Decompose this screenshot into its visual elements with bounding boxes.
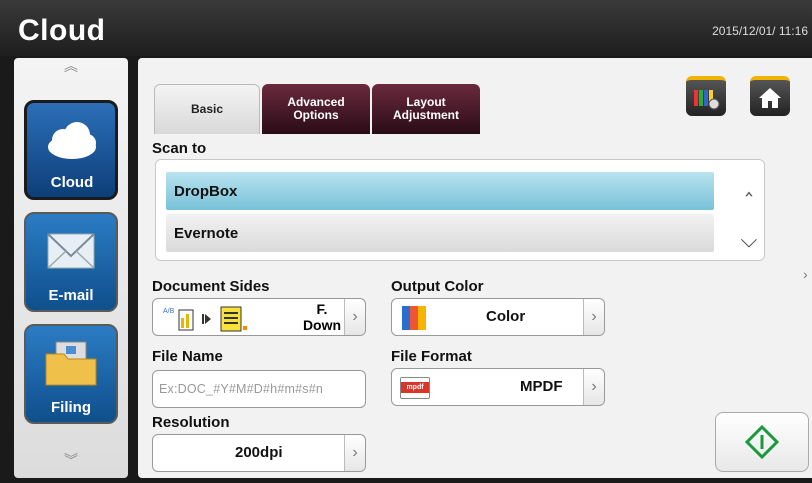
scroll-down-icon[interactable]: ︾ bbox=[14, 450, 128, 470]
document-sides-select[interactable]: A/B F. Down › bbox=[152, 298, 366, 336]
pdf-icon: mpdf bbox=[400, 377, 430, 399]
chevron-right-icon: › bbox=[344, 435, 365, 471]
document-sides-value: F. Down bbox=[302, 301, 342, 333]
title-bar: Cloud 2015/12/01/ 11:16 bbox=[0, 0, 812, 56]
scan-to-label: Scan to bbox=[152, 140, 207, 157]
svg-text:A/B: A/B bbox=[163, 308, 175, 315]
duplex-icon: A/B bbox=[163, 306, 247, 332]
sidebar-item-cloud[interactable]: Cloud bbox=[24, 100, 118, 200]
color-icon bbox=[402, 306, 426, 330]
home-button[interactable] bbox=[750, 76, 790, 116]
tab-label: Layout Adjustment bbox=[393, 95, 459, 122]
file-name-label: File Name bbox=[152, 348, 223, 365]
tab-basic[interactable]: Basic bbox=[154, 84, 260, 134]
color-settings-icon bbox=[694, 90, 720, 110]
file-format-value: MPDF bbox=[520, 378, 563, 395]
start-scan-icon bbox=[745, 425, 779, 459]
sidebar-item-label: E-mail bbox=[48, 287, 94, 304]
output-color-value: Color bbox=[486, 308, 526, 325]
app-title: Cloud bbox=[18, 14, 106, 47]
document-sides-label: Document Sides bbox=[152, 278, 270, 295]
list-item-evernote[interactable]: Evernote bbox=[166, 214, 714, 252]
chevron-right-icon: › bbox=[344, 299, 365, 335]
tab-label: Advanced Options bbox=[287, 95, 345, 122]
sidebar-item-label: Cloud bbox=[50, 174, 94, 191]
resolution-value: 200dpi bbox=[235, 444, 283, 461]
file-format-label: File Format bbox=[391, 348, 472, 365]
datetime: 2015/12/01/ 11:16 bbox=[712, 24, 808, 38]
folder-icon bbox=[45, 341, 97, 386]
tab-label: Basic bbox=[190, 102, 224, 116]
cloud-icon bbox=[48, 122, 96, 159]
resolution-select[interactable]: 200dpi › bbox=[152, 434, 366, 472]
tab-layout-adjustment[interactable]: Layout Adjustment bbox=[372, 84, 480, 134]
list-item-dropbox[interactable]: DropBox bbox=[166, 172, 714, 210]
output-color-select[interactable]: Color › bbox=[391, 298, 605, 336]
chevron-down-icon[interactable]: ⌵ bbox=[734, 229, 764, 251]
file-name-placeholder: Ex:DOC_#Y#M#D#h#m#s#n bbox=[159, 382, 323, 396]
start-scan-button[interactable] bbox=[715, 412, 809, 472]
sidebar-item-email[interactable]: E-mail bbox=[24, 212, 118, 312]
resolution-label: Resolution bbox=[152, 414, 230, 431]
chevron-right-icon: › bbox=[583, 369, 604, 405]
chevron-up-icon[interactable]: ‸ bbox=[734, 173, 764, 195]
scroll-up-icon[interactable]: ︽ bbox=[14, 56, 128, 76]
color-settings-button[interactable] bbox=[686, 76, 726, 116]
tab-advanced-options[interactable]: Advanced Options bbox=[262, 84, 370, 134]
main-panel: Basic Advanced Options Layout Adjustment S… bbox=[138, 58, 812, 478]
output-color-label: Output Color bbox=[391, 278, 484, 295]
scan-to-list[interactable]: DropBox Evernote ‸ ⌵ bbox=[155, 159, 765, 261]
sidebar-item-label: Filing bbox=[51, 399, 91, 416]
chevron-right-icon[interactable]: › bbox=[803, 266, 808, 282]
sidebar: ︽ Cloud E-mail Filing ︾ bbox=[14, 58, 128, 478]
file-format-select[interactable]: mpdf MPDF › bbox=[391, 368, 605, 406]
file-name-input[interactable]: Ex:DOC_#Y#M#D#h#m#s#n bbox=[152, 370, 366, 408]
chevron-right-icon: › bbox=[583, 299, 604, 335]
envelope-icon bbox=[47, 233, 95, 269]
home-icon bbox=[759, 88, 781, 108]
sidebar-item-filing[interactable]: Filing bbox=[24, 324, 118, 424]
file-format-badge: mpdf bbox=[401, 382, 429, 393]
